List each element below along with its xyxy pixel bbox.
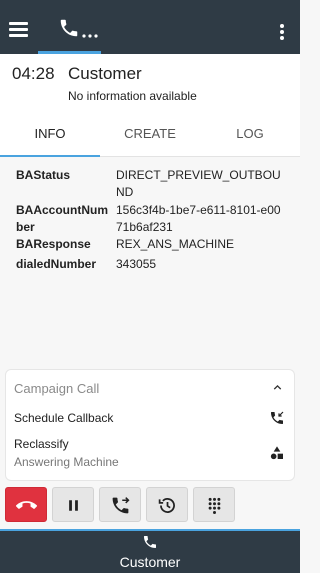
history-icon	[158, 498, 175, 513]
tab-info[interactable]: INFO	[0, 117, 100, 157]
hangup-icon	[16, 501, 37, 509]
phone-icon	[144, 536, 156, 548]
bottom-nav[interactable]: Customer	[0, 529, 300, 573]
more-vert-icon	[280, 24, 284, 28]
hold-button[interactable]	[52, 487, 94, 522]
info-value: 343055	[116, 257, 157, 271]
call-action-bar	[0, 487, 300, 523]
schedule-callback-row[interactable]: Schedule Callback	[6, 408, 296, 432]
shapes-icon	[270, 446, 283, 460]
call-timer: 04:28	[12, 64, 55, 83]
menu-button[interactable]	[8, 21, 30, 37]
pause-icon	[69, 500, 78, 511]
dialpad-icon	[208, 497, 221, 514]
end-call-button[interactable]	[5, 487, 47, 522]
tab-indicator	[0, 155, 100, 157]
info-key: BAAccountNumber	[16, 203, 108, 234]
caller-subtitle: No information available	[68, 89, 197, 103]
info-value: DIRECT_PREVIEW_OUTBOUND	[116, 168, 281, 199]
reclassify-row[interactable]: Reclassify Answering Machine	[6, 434, 296, 474]
bottom-indicator	[0, 529, 300, 531]
caller-name: Customer	[68, 64, 142, 83]
callback-icon	[271, 411, 284, 424]
more-options-button[interactable]	[278, 24, 286, 42]
campaign-call-card: Campaign Call Schedule Callback Reclassi…	[5, 369, 295, 481]
call-header: 04:28 Customer No information available …	[0, 54, 300, 157]
info-value: REX_ANS_MACHINE	[116, 237, 235, 251]
menu-icon	[9, 22, 28, 25]
detail-tabs: INFO CREATE LOG	[0, 117, 300, 157]
schedule-callback-label: Schedule Callback	[14, 411, 114, 425]
campaign-title: Campaign Call	[14, 381, 100, 396]
info-key: BAStatus	[16, 168, 71, 182]
ellipsis-icon	[82, 34, 98, 38]
info-key: BAResponse	[16, 237, 91, 251]
reclassify-label: Reclassify	[14, 437, 69, 451]
chevron-up-icon[interactable]	[271, 381, 284, 394]
bottom-label: Customer	[119, 554, 181, 570]
info-key: dialedNumber	[16, 257, 97, 271]
history-button[interactable]	[146, 487, 188, 522]
call-tab[interactable]	[38, 0, 101, 54]
top-app-bar	[0, 0, 300, 54]
tab-create[interactable]: CREATE	[100, 117, 200, 157]
info-value: 156c3f4b-1be7-e611-8101-e0071b6af231	[116, 203, 281, 234]
phone-icon	[60, 19, 78, 37]
reclassify-value: Answering Machine	[14, 455, 119, 469]
tab-log[interactable]: LOG	[200, 117, 300, 157]
dialpad-button[interactable]	[193, 487, 235, 522]
transfer-button[interactable]	[99, 487, 141, 522]
call-transfer-icon	[112, 497, 130, 514]
